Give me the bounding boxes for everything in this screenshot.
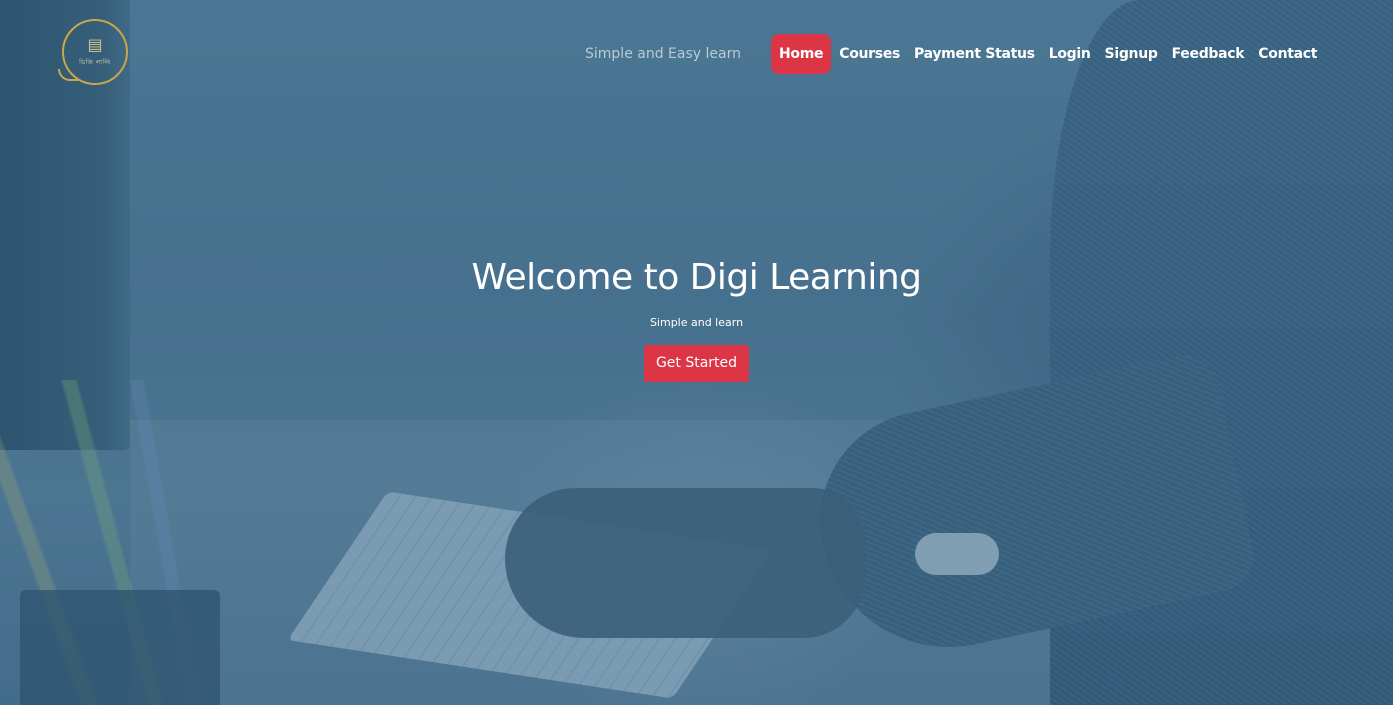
nav-feedback[interactable]: Feedback [1165, 34, 1252, 74]
brand-logo[interactable]: ▤ ডিজি লার্নিং [58, 19, 128, 85]
header-tagline: Simple and Easy learn [585, 46, 741, 62]
nav-home[interactable]: Home [771, 34, 832, 74]
main-nav: Home Courses Payment Status Login Signup… [771, 34, 1324, 74]
nav-payment-status[interactable]: Payment Status [907, 34, 1042, 74]
nav-login[interactable]: Login [1042, 34, 1098, 74]
nav-contact[interactable]: Contact [1251, 34, 1324, 74]
get-started-button[interactable]: Get Started [643, 345, 750, 382]
site-header: ▤ ডিজি লার্নিং Simple and Easy learn Hom… [0, 0, 1393, 110]
hero-subtitle: Simple and learn [649, 316, 744, 329]
logo-text: ডিজি লার্নিং [79, 58, 111, 66]
logo-swash [58, 69, 78, 81]
hero-title: Welcome to Digi Learning [471, 257, 922, 298]
nav-courses[interactable]: Courses [832, 34, 907, 74]
book-stack-icon: ▤ [87, 34, 103, 54]
nav-signup[interactable]: Signup [1098, 34, 1165, 74]
hero-section: Welcome to Digi Learning Simple and lear… [0, 250, 1393, 382]
